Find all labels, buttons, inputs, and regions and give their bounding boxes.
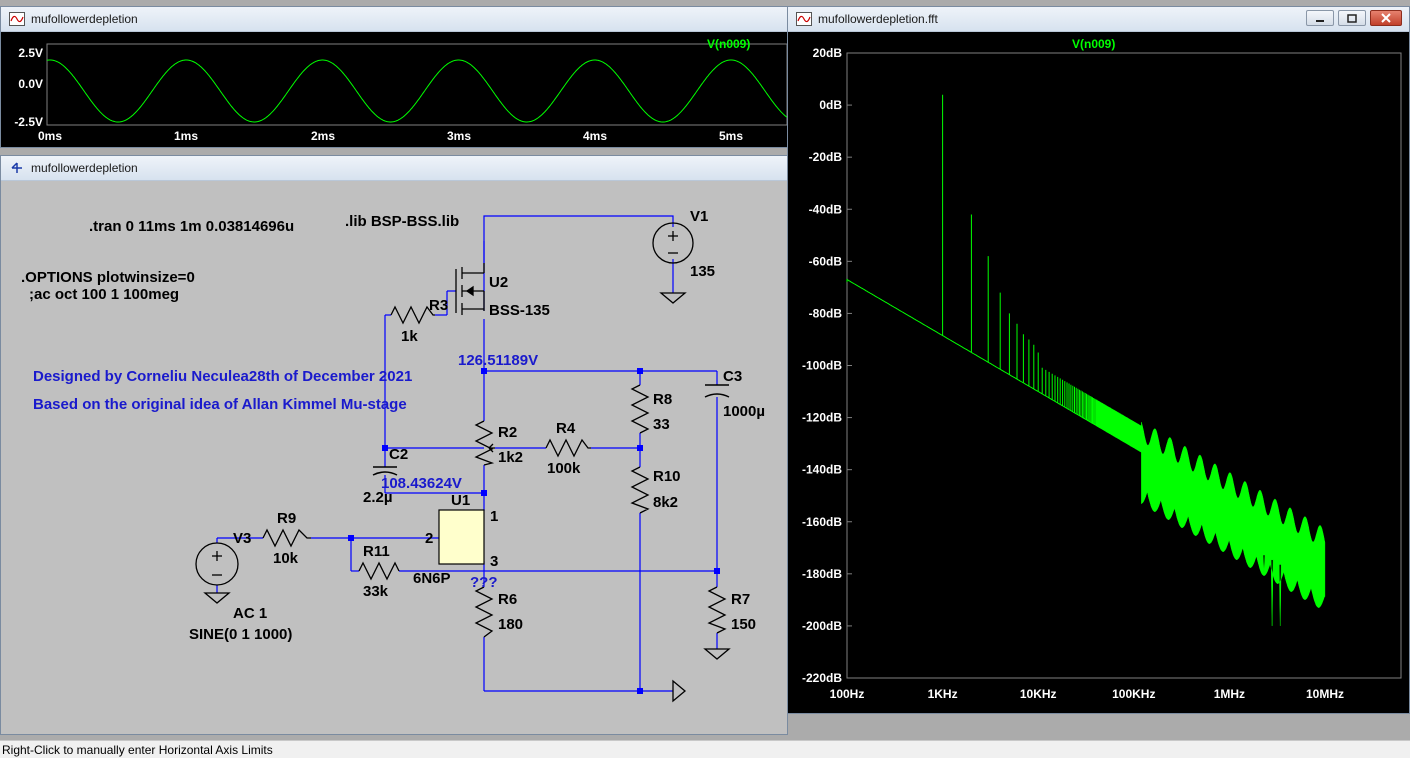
fft-y-tick: 0dB: [819, 98, 842, 112]
r6-value[interactable]: 180: [498, 616, 523, 633]
fft-y-tick: -60dB: [809, 254, 843, 268]
r7-value[interactable]: 150: [731, 616, 756, 633]
r2-value[interactable]: 1k2: [498, 449, 523, 466]
restore-icon: [1347, 14, 1357, 23]
waveform-window: mufollowerdepletion V(n009) 2.5V 0.0V -2…: [0, 6, 788, 148]
wave-x-tick-3: 3ms: [447, 129, 471, 143]
r3-value[interactable]: 1k: [401, 328, 418, 345]
schematic-canvas[interactable]: .tran 0 11ms 1m 0.03814696u .lib BSP-BSS…: [9, 181, 781, 729]
wave-y-tick-0: 2.5V: [18, 46, 43, 60]
v3-sine-spec[interactable]: SINE(0 1 1000): [189, 626, 292, 643]
v3-ac-spec[interactable]: AC 1: [233, 605, 267, 622]
r4-value[interactable]: 100k: [547, 460, 581, 477]
r11-label[interactable]: R11: [363, 543, 390, 560]
schematic-window-icon: [11, 162, 22, 173]
v1-label[interactable]: V1: [690, 208, 708, 225]
wave-x-tick-5: 5ms: [719, 129, 743, 143]
fft-titlebar[interactable]: mufollowerdepletion.fft: [788, 7, 1409, 32]
u1-tube-symbol[interactable]: [438, 509, 485, 565]
close-icon: [1381, 13, 1391, 23]
r8-value[interactable]: 33: [653, 416, 670, 433]
fft-y-tick: -220dB: [802, 671, 842, 685]
fft-x-tick: 1MHz: [1214, 687, 1245, 701]
design-comment[interactable]: Designed by Corneliu Neculea28th of Dece…: [33, 368, 412, 385]
r9-label[interactable]: R9: [277, 510, 296, 527]
c3-label[interactable]: C3: [723, 368, 742, 385]
r9-value[interactable]: 10k: [273, 550, 299, 567]
fft-x-tick: 100Hz: [830, 687, 865, 701]
fft-y-tick: -120dB: [802, 411, 842, 425]
r11-value[interactable]: 33k: [363, 583, 389, 600]
wave-y-tick-1: 0.0V: [18, 77, 43, 91]
r4-label[interactable]: R4: [556, 420, 576, 437]
u1-pin-1: 1: [490, 508, 498, 525]
fft-y-tick: 20dB: [813, 46, 843, 60]
node-voltage-top[interactable]: 126.51189V: [458, 352, 538, 369]
v1-value[interactable]: 135: [690, 263, 715, 280]
r3-label[interactable]: R3: [429, 297, 448, 314]
fft-plot[interactable]: V(n009) 20dB 0dB -20dB -40dB -60dB -80dB -100d…: [788, 32, 1409, 713]
fft-window-title: mufollowerdepletion.fft: [818, 12, 938, 26]
waveform-window-icon: [9, 12, 25, 26]
schematic-titlebar[interactable]: mufollowerdepletion: [1, 156, 787, 181]
wave-x-tick-0: 0ms: [38, 129, 62, 143]
r2-label[interactable]: R2: [498, 424, 517, 441]
status-text: Right-Click to manually enter Horizontal…: [2, 743, 273, 757]
restore-button[interactable]: [1338, 10, 1366, 26]
fft-x-tick: 1KHz: [928, 687, 958, 701]
fft-y-tick: -40dB: [809, 202, 843, 216]
fft-y-tick: -100dB: [802, 359, 842, 373]
fft-y-tick: -20dB: [809, 150, 843, 164]
node-voltage-unknown[interactable]: ???: [470, 574, 498, 591]
schematic-window-title: mufollowerdepletion: [31, 161, 138, 175]
fft-trace-label[interactable]: V(n009): [1072, 37, 1115, 51]
fft-x-tick: 10MHz: [1306, 687, 1344, 701]
status-bar: Right-Click to manually enter Horizontal…: [0, 740, 1410, 758]
directive-tran[interactable]: .tran 0 11ms 1m 0.03814696u: [89, 218, 294, 235]
c3-value[interactable]: 1000µ: [723, 403, 765, 420]
wave-x-tick-1: 1ms: [174, 129, 198, 143]
u1-pin-3: 3: [490, 553, 498, 570]
fft-y-tick: -160dB: [802, 515, 842, 529]
u2-model[interactable]: BSS-135: [489, 302, 550, 319]
minimize-button[interactable]: [1306, 10, 1334, 26]
fft-y-tick: -80dB: [809, 306, 843, 320]
v3-label[interactable]: V3: [233, 530, 251, 547]
node-voltage-mid[interactable]: 108.43624V: [381, 475, 462, 492]
fft-x-tick: 10KHz: [1020, 687, 1057, 701]
wave-x-tick-4: 4ms: [583, 129, 607, 143]
schematic-window: mufollowerdepletion .tran 0 11ms 1m 0.03…: [0, 155, 788, 735]
fft-window: mufollowerdepletion.fft V(n009) 20dB 0dB -…: [787, 6, 1410, 714]
directive-ac-comment[interactable]: ;ac oct 100 1 100meg: [29, 286, 179, 303]
fft-y-tick: -180dB: [802, 567, 842, 581]
wave-x-tick-2: 2ms: [311, 129, 335, 143]
waveform-titlebar[interactable]: mufollowerdepletion: [1, 7, 787, 32]
fft-x-tick: 100KHz: [1112, 687, 1155, 701]
r10-value[interactable]: 8k2: [653, 494, 678, 511]
waveform-trace-label[interactable]: V(n009): [707, 37, 750, 51]
u1-label[interactable]: U1: [451, 492, 470, 509]
r6-label[interactable]: R6: [498, 591, 517, 608]
r10-label[interactable]: R10: [653, 468, 681, 485]
close-button[interactable]: [1370, 10, 1402, 26]
directive-options[interactable]: .OPTIONS plotwinsize=0: [21, 269, 195, 286]
fft-window-icon: [796, 12, 812, 26]
c2-label[interactable]: C2: [389, 446, 408, 463]
fft-y-tick: -140dB: [802, 463, 842, 477]
r7-label[interactable]: R7: [731, 591, 750, 608]
r8-label[interactable]: R8: [653, 391, 672, 408]
fft-y-tick: -200dB: [802, 619, 842, 633]
minimize-icon: [1316, 20, 1324, 22]
waveform-plot[interactable]: V(n009) 2.5V 0.0V -2.5V 0ms 1ms 2ms 3ms …: [1, 32, 787, 147]
u1-model[interactable]: 6N6P: [413, 570, 451, 587]
waveform-window-title: mufollowerdepletion: [31, 12, 138, 26]
u2-label[interactable]: U2: [489, 274, 508, 291]
wave-y-tick-2: -2.5V: [14, 115, 43, 129]
u1-pin-2: 2: [425, 530, 433, 547]
origin-comment[interactable]: Based on the original idea of Allan Kimm…: [33, 396, 407, 413]
directive-lib[interactable]: .lib BSP-BSS.lib: [345, 213, 459, 230]
